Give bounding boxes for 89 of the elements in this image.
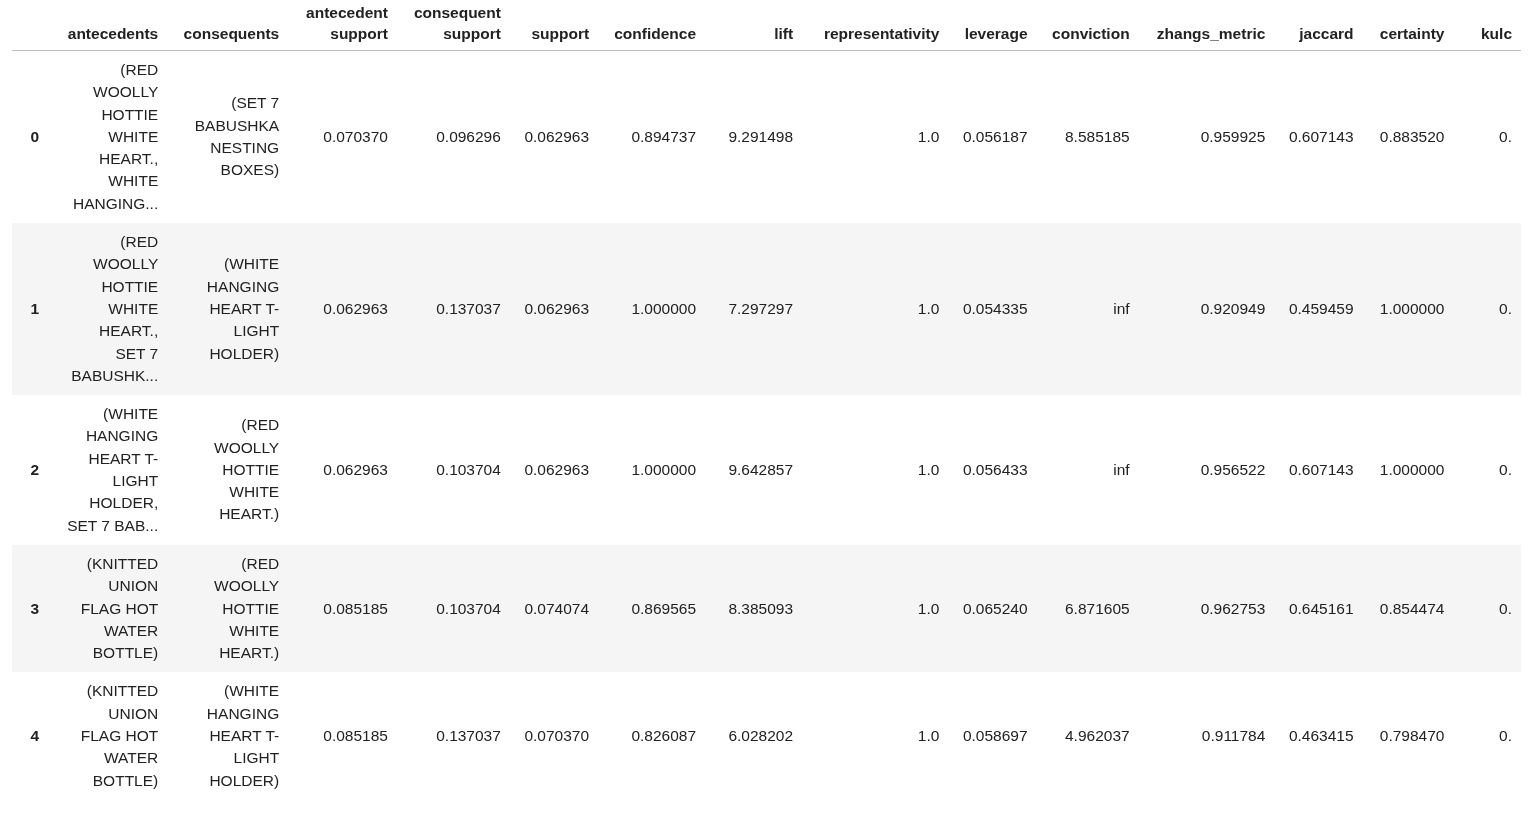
table-cell: 0.056187 bbox=[962, 127, 1028, 145]
table-cell: 4.962037 bbox=[1064, 727, 1130, 744]
table-cell: (RED WOOLLY HOTTIE WHITE HEART., WHITE HANGING... bbox=[72, 61, 159, 212]
column-header: support bbox=[531, 25, 590, 42]
table-cell: 0.883520 bbox=[1379, 127, 1445, 145]
column-header: leverage bbox=[964, 25, 1028, 42]
table-cell: 1.000000 bbox=[631, 460, 697, 478]
table-cell: 0. bbox=[1499, 599, 1512, 617]
table-cell: 1.0 bbox=[917, 599, 940, 617]
table-cell: 0.085185 bbox=[323, 727, 388, 744]
table-cell: 1.0 bbox=[917, 727, 940, 744]
table-cell: 1.000000 bbox=[1379, 460, 1445, 478]
table-cell: 0.062963 bbox=[524, 127, 590, 145]
table-cell: 1.000000 bbox=[631, 299, 697, 317]
table-cell: 0.103704 bbox=[436, 460, 501, 478]
row-index: 4 bbox=[30, 727, 39, 744]
table-cell: 0.894737 bbox=[631, 127, 697, 145]
table-cell: 1.0 bbox=[917, 127, 940, 145]
table-cell: 0.869565 bbox=[631, 599, 697, 617]
table-cell: 1.0 bbox=[917, 299, 940, 317]
table-cell: inf bbox=[1113, 460, 1130, 478]
table-cell: 0.096296 bbox=[436, 127, 501, 145]
table-cell: (WHITE HANGING HEART T-LIGHT HOLDER) bbox=[206, 682, 280, 789]
table-cell: 0. bbox=[1499, 727, 1512, 744]
column-header: zhangs_metric bbox=[1156, 25, 1266, 42]
table-cell: 0.062963 bbox=[323, 299, 388, 317]
table-cell: 7.297297 bbox=[728, 299, 794, 317]
table-cell: 8.385093 bbox=[728, 599, 794, 617]
table-cell: 0.074074 bbox=[524, 599, 590, 617]
table-cell: 0.463415 bbox=[1288, 727, 1354, 744]
table-cell: 6.028202 bbox=[728, 727, 794, 744]
table-cell: 0.645161 bbox=[1288, 599, 1354, 617]
table-cell: 0.062963 bbox=[323, 460, 388, 478]
table-cell: 8.585185 bbox=[1064, 127, 1130, 145]
table-cell: 0.920949 bbox=[1200, 299, 1266, 317]
table-cell: 0.826087 bbox=[631, 727, 697, 744]
row-index: 2 bbox=[30, 460, 39, 478]
table-cell: 0.070370 bbox=[323, 127, 388, 145]
table-cell: (RED WOOLLY HOTTIE WHITE HEART., SET 7 BABUSHK... bbox=[71, 233, 159, 384]
column-header: antecedent support bbox=[306, 4, 388, 42]
table-cell: (SET 7 BABUSHKA NESTING BOXES) bbox=[194, 94, 280, 179]
table-cell: 0.103704 bbox=[436, 599, 501, 617]
column-header: consequents bbox=[183, 25, 280, 42]
table-cell: 0.054335 bbox=[962, 299, 1028, 317]
table-cell: 0.085185 bbox=[323, 599, 388, 617]
table-cell: 1.000000 bbox=[1379, 299, 1445, 317]
table-cell: 0.959925 bbox=[1200, 127, 1266, 145]
column-header: kulc bbox=[1481, 25, 1512, 42]
table-cell: 0.065240 bbox=[962, 599, 1028, 617]
table-cell: 6.871605 bbox=[1064, 599, 1130, 617]
column-header: confidence bbox=[614, 25, 697, 42]
table-cell: 0. bbox=[1499, 299, 1512, 317]
table-cell: 0.056433 bbox=[962, 460, 1028, 478]
table-cell: inf bbox=[1113, 299, 1130, 317]
table-cell: (KNITTED UNION FLAG HOT WATER BOTTLE) bbox=[80, 554, 159, 662]
table-cell: 0.062963 bbox=[524, 299, 590, 317]
table-cell: 0.962753 bbox=[1200, 599, 1266, 617]
table-cell: 0.911784 bbox=[1201, 727, 1266, 744]
column-header: conviction bbox=[1052, 25, 1130, 42]
table-cell: 0.798470 bbox=[1379, 727, 1445, 744]
table-cell: 0.058697 bbox=[962, 727, 1028, 744]
table-cell: 1.0 bbox=[917, 460, 940, 478]
table-cell: 0.137037 bbox=[436, 727, 501, 744]
table-cell: 0.070370 bbox=[524, 727, 590, 744]
table-cell: 0.956522 bbox=[1200, 460, 1266, 478]
table-cell: (WHITE HANGING HEART T-LIGHT HOLDER, SET 7 BAB... bbox=[67, 405, 159, 534]
table-cell: 9.291498 bbox=[728, 127, 794, 145]
column-header: antecedents bbox=[67, 25, 159, 42]
table-cell: 0.854474 bbox=[1379, 599, 1445, 617]
table-cell: 0.607143 bbox=[1288, 460, 1354, 478]
row-index: 0 bbox=[30, 127, 39, 145]
row-index: 1 bbox=[30, 299, 39, 317]
column-header: jaccard bbox=[1299, 25, 1354, 42]
table-cell: (RED WOOLLY HOTTIE WHITE HEART.) bbox=[214, 554, 280, 662]
table-cell: (KNITTED UNION FLAG HOT WATER BOTTLE) bbox=[80, 682, 159, 789]
column-header: representativity bbox=[823, 25, 940, 42]
column-header: lift bbox=[774, 25, 794, 42]
table-cell: (RED WOOLLY HOTTIE WHITE HEART.) bbox=[214, 416, 280, 523]
column-header: consequent support bbox=[413, 4, 501, 42]
table-cell: 0.062963 bbox=[524, 460, 590, 478]
table-cell: 0. bbox=[1499, 460, 1512, 478]
table-cell: 0.137037 bbox=[436, 299, 501, 317]
table-cell: (WHITE HANGING HEART T-LIGHT HOLDER) bbox=[206, 255, 280, 362]
table-cell: 0. bbox=[1499, 127, 1512, 145]
row-index: 3 bbox=[30, 599, 39, 617]
table-cell: 0.607143 bbox=[1288, 127, 1354, 145]
table-cell: 9.642857 bbox=[728, 460, 794, 478]
column-header: certainty bbox=[1379, 25, 1445, 42]
table-cell: 0.459459 bbox=[1288, 299, 1354, 317]
